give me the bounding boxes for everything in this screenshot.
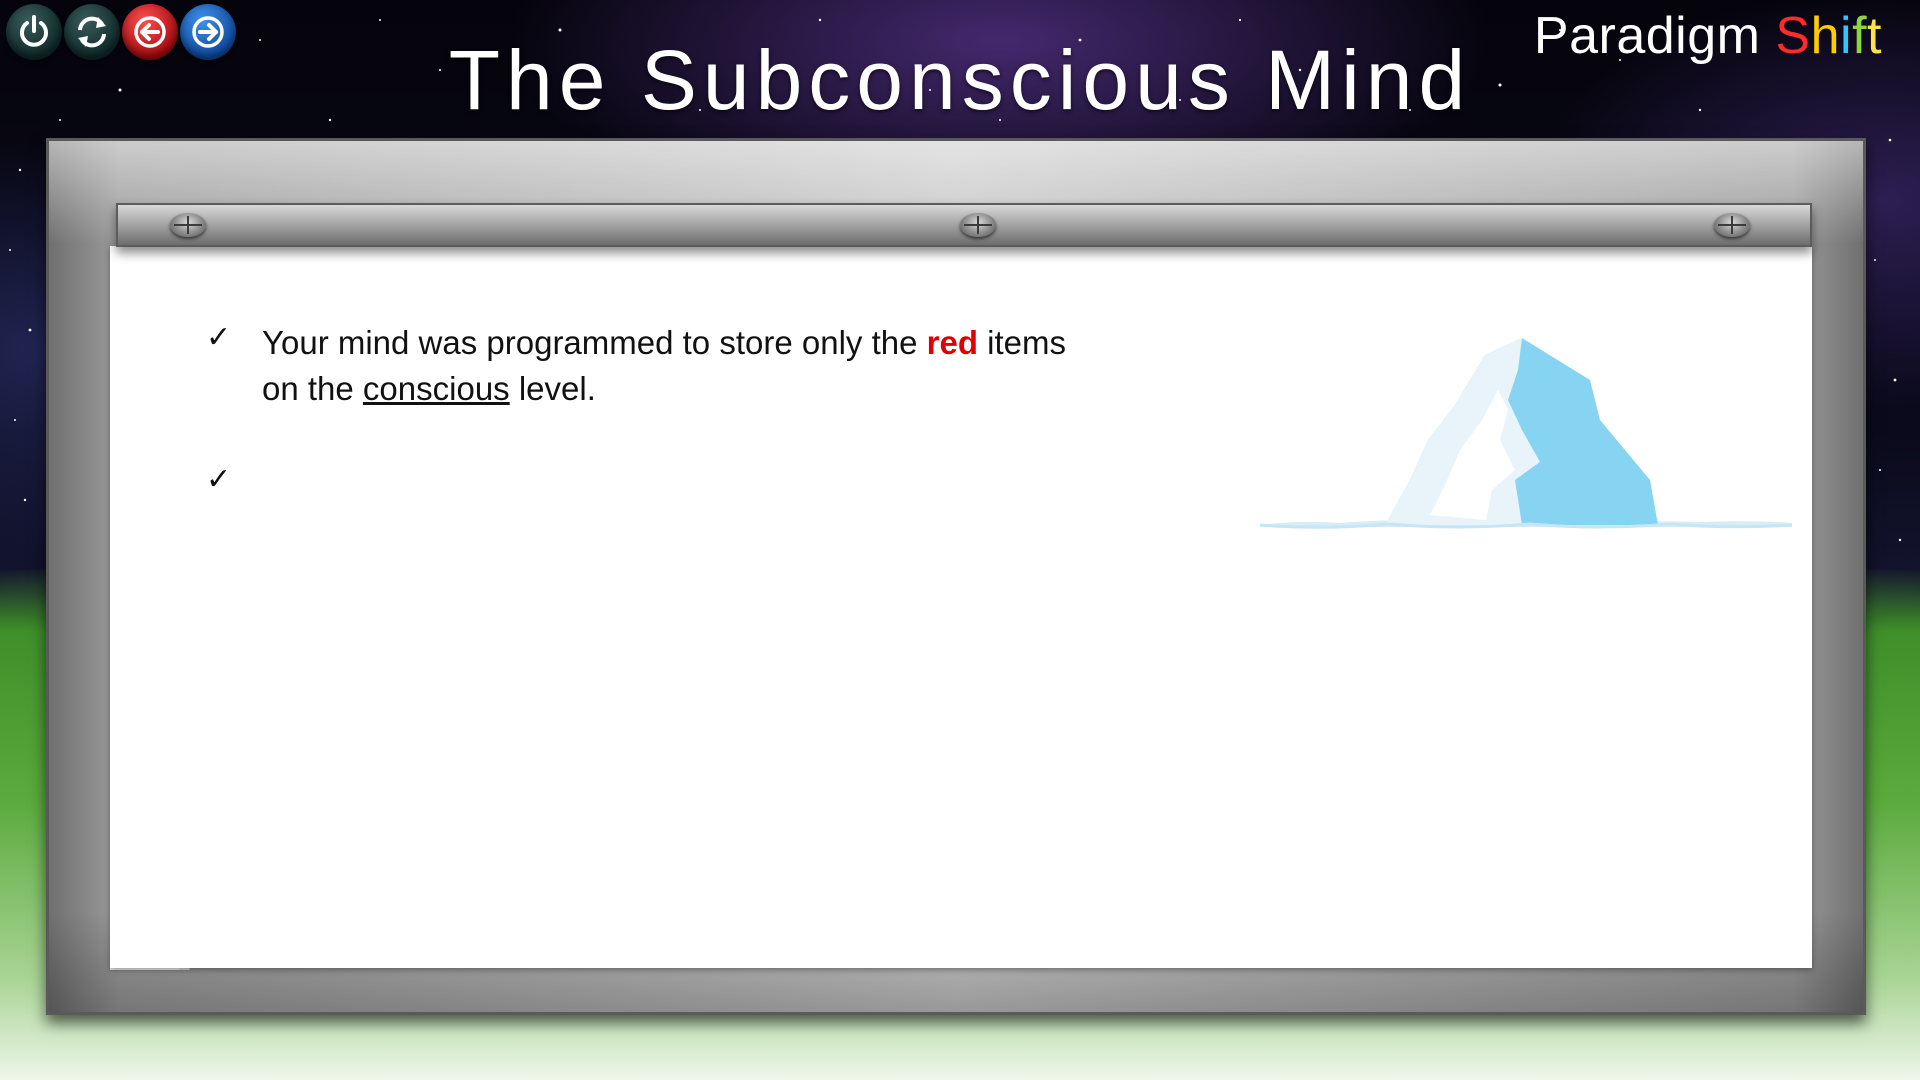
screw-right — [1714, 213, 1750, 237]
bullet-check-1: ✓ — [206, 320, 232, 355]
line1-text: Your mind was programmed to store only t… — [262, 324, 918, 361]
iceberg-illustration — [1260, 338, 1792, 529]
bullet-check-2: ✓ — [206, 462, 232, 497]
screw-left — [170, 213, 206, 237]
line1-end: items — [987, 324, 1066, 361]
red-keyword: red — [926, 324, 978, 361]
screw-middle — [960, 213, 996, 237]
line2-text: on the — [262, 370, 354, 407]
clip-bar — [116, 203, 1812, 247]
line2-end: level. — [518, 370, 596, 407]
slide-title: The Subconscious Mind — [448, 33, 1472, 127]
underlined-keyword: conscious — [362, 370, 510, 407]
bullet-text-1: Your mind was programmed to store only t… — [262, 320, 1162, 412]
